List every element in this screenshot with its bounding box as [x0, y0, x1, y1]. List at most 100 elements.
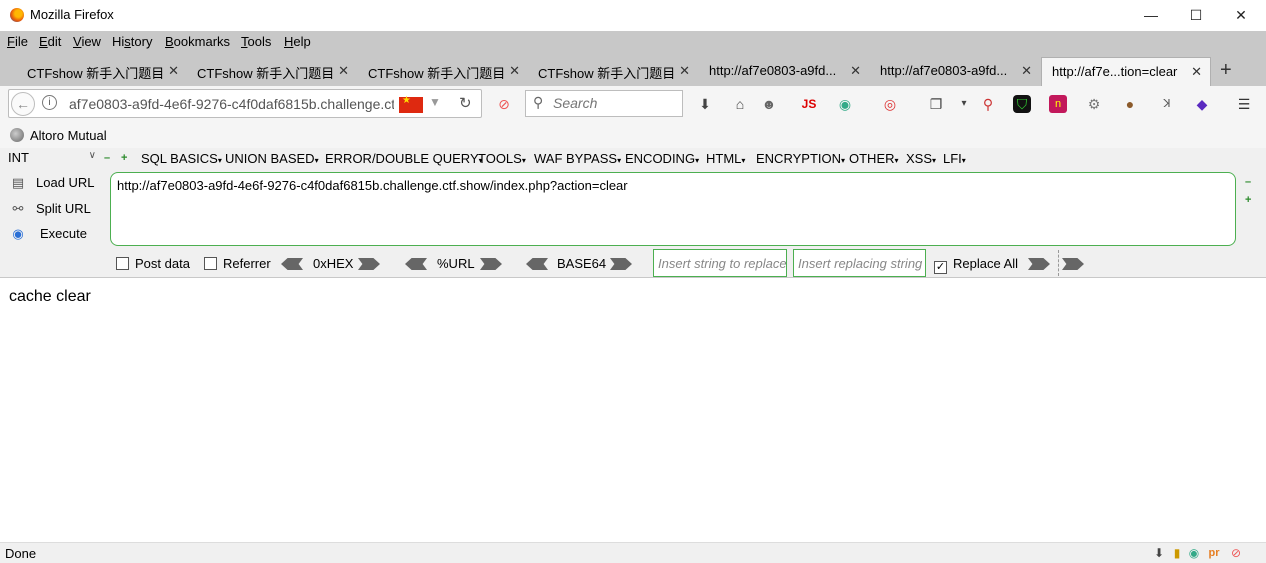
close-tab-icon[interactable]: ✕ [509, 63, 520, 79]
menu-encryption[interactable]: ENCRYPTION [756, 151, 845, 166]
menu-view[interactable]: View [73, 34, 101, 49]
close-tab-icon[interactable]: ✕ [679, 63, 690, 79]
split-url-label: Split URL [36, 201, 91, 216]
close-tab-icon[interactable]: ✕ [338, 63, 349, 79]
search-bar[interactable]: ⚲ [525, 90, 683, 117]
menu-error-double-query[interactable]: ERROR/DOUBLE QUERY [325, 151, 483, 166]
note-icon[interactable]: ▮ [1170, 546, 1184, 560]
diamond-icon[interactable]: ◆ [1193, 95, 1211, 113]
chevron-down-icon[interactable]: ▾ [955, 95, 973, 113]
menu-lfi[interactable]: LFI [943, 151, 966, 166]
split-url-button[interactable]: ⚯ Split URL [10, 201, 91, 217]
url-encode-icon[interactable] [480, 258, 502, 270]
tab-label: http://af7e...tion=clear [1052, 64, 1178, 79]
replace-all-checkbox[interactable]: ✓ Replace All [934, 256, 1018, 274]
menu-file[interactable]: File [7, 34, 28, 49]
menu-tools[interactable]: Tools [241, 34, 271, 49]
menu-waf-bypass[interactable]: WAF BYPASS [534, 151, 621, 166]
download-icon[interactable]: ⬇ [1152, 546, 1166, 560]
minus-icon[interactable]: – [104, 153, 112, 164]
blocked-icon[interactable]: ⊘ [495, 95, 513, 113]
menu-bookmarks[interactable]: Bookmarks [165, 34, 230, 49]
new-tab-button[interactable]: + [1220, 59, 1232, 82]
zoom-icon[interactable]: ⚲ [979, 95, 997, 113]
plus-icon[interactable]: + [1245, 195, 1253, 206]
face-icon[interactable]: ☻ [760, 95, 778, 113]
menu-union-based[interactable]: UNION BASED [225, 151, 319, 166]
type-select[interactable]: INT ∨ [8, 150, 100, 168]
search-input[interactable] [553, 95, 678, 111]
menu-tools[interactable]: TOOLS [478, 151, 526, 166]
close-tab-icon[interactable]: ✕ [1021, 63, 1032, 79]
checkbox-icon [116, 257, 129, 270]
hex-decode-icon[interactable] [281, 258, 303, 270]
close-tab-icon[interactable]: ✕ [168, 63, 179, 79]
hamburger-menu-icon[interactable]: ☰ [1235, 95, 1253, 113]
bookmark-altoro-mutual[interactable]: Altoro Mutual [30, 128, 107, 143]
settings-icon[interactable]: ⚙ [1085, 95, 1103, 113]
base64-decode-icon[interactable] [526, 258, 548, 270]
download-icon[interactable]: ⬇ [696, 95, 714, 113]
hackbar-url-textarea[interactable]: http://af7e0803-a9fd-4e6f-9276-c4f0daf68… [110, 172, 1236, 246]
menu-xss[interactable]: XSS [906, 151, 936, 166]
load-url-button[interactable]: ▤ Load URL [10, 175, 95, 191]
hackbar-n-icon[interactable]: n [1049, 95, 1067, 113]
tab-active[interactable]: http://af7e...tion=clear ✕ [1041, 57, 1211, 86]
replace-forward-icon[interactable] [1028, 258, 1050, 270]
copy-icon[interactable]: ❐ [927, 95, 945, 113]
close-tab-icon[interactable]: ✕ [1191, 64, 1202, 80]
hackbar-panel: INT ∨ – + SQL BASICS UNION BASED ERROR/D… [0, 148, 1266, 278]
replacing-string-input[interactable]: Insert replacing string [793, 249, 926, 277]
close-tab-icon[interactable]: ✕ [850, 63, 861, 79]
divider [1058, 250, 1059, 276]
menu-sql-basics[interactable]: SQL BASICS [141, 151, 222, 166]
tab-label: CTFshow 新手入门题目 [197, 66, 335, 81]
base64-encode-icon[interactable] [610, 258, 632, 270]
url-bar[interactable]: ← i af7e0803-a9fd-4e6f-9276-c4f0daf6815b… [8, 89, 482, 118]
menu-html[interactable]: HTML [706, 151, 745, 166]
tab[interactable]: CTFshow 新手入门题目 ✕ [528, 57, 698, 86]
tab-label: CTFshow 新手入门题目 [27, 66, 165, 81]
dropdown-icon[interactable]: ▼ [429, 95, 441, 109]
menu-history[interactable]: History [112, 34, 152, 49]
tab[interactable]: CTFshow 新手入门题目 ✕ [17, 57, 187, 86]
shield-icon[interactable]: ⛉ [1013, 95, 1031, 113]
url-input[interactable]: af7e0803-a9fd-4e6f-9276-c4f0daf6815b.cha… [69, 96, 394, 112]
type-select-value: INT [8, 150, 29, 165]
tab-label: http://af7e0803-a9fd... [880, 63, 1008, 78]
close-window-button[interactable]: ✕ [1226, 4, 1256, 26]
js-icon[interactable]: JS [800, 95, 818, 113]
replace-all-icon[interactable] [1062, 258, 1084, 270]
menu-edit[interactable]: Edit [39, 34, 61, 49]
user-agent-icon[interactable]: ꓘ [1158, 95, 1176, 113]
tab[interactable]: CTFshow 新手入门题目 ✕ [358, 57, 528, 86]
maximize-button[interactable]: ☐ [1181, 4, 1211, 26]
execute-button[interactable]: ◉ Execute [10, 226, 87, 242]
tab[interactable]: CTFshow 新手入门题目 ✕ [187, 57, 357, 86]
minus-icon[interactable]: – [1245, 177, 1253, 188]
reload-icon[interactable]: ↻ [459, 94, 472, 112]
url-decode-icon[interactable] [405, 258, 427, 270]
url-label: %URL [437, 256, 475, 271]
info-icon[interactable]: i [42, 95, 57, 110]
replace-string-input[interactable]: Insert string to replace [653, 249, 787, 277]
tab[interactable]: http://af7e0803-a9fd... ✕ [870, 57, 1040, 86]
menu-help[interactable]: Help [284, 34, 311, 49]
blocked-icon[interactable]: ⊘ [1229, 546, 1243, 560]
menu-encoding[interactable]: ENCODING [625, 151, 699, 166]
referrer-checkbox[interactable]: Referrer [204, 256, 271, 271]
pr-icon[interactable]: pr [1207, 546, 1221, 560]
plus-icon[interactable]: + [121, 153, 129, 164]
search-icon: ⚲ [533, 94, 544, 110]
cookie-icon[interactable]: ● [1121, 95, 1139, 113]
home-icon[interactable]: ⌂ [731, 95, 749, 113]
menu-other[interactable]: OTHER [849, 151, 899, 166]
back-arrow-icon[interactable]: ← [11, 92, 35, 116]
minimize-button[interactable]: — [1136, 4, 1166, 26]
tab[interactable]: http://af7e0803-a9fd... ✕ [699, 57, 869, 86]
target-icon[interactable]: ◎ [881, 95, 899, 113]
globe-icon[interactable]: ◉ [1187, 546, 1201, 560]
globe-icon[interactable]: ◉ [836, 95, 854, 113]
post-data-checkbox[interactable]: Post data [116, 256, 190, 271]
hex-encode-icon[interactable] [358, 258, 380, 270]
